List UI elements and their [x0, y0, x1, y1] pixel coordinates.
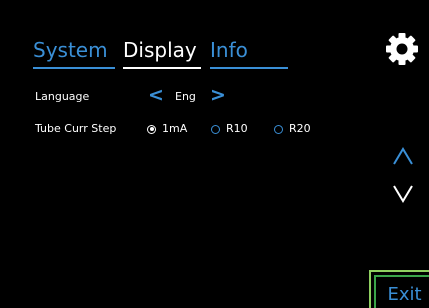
tab-display-underline	[123, 67, 201, 69]
radio-unselected-icon	[211, 124, 220, 134]
screen: System Display Info Language < Eng > Tub…	[0, 0, 429, 308]
exit-label: Exit	[387, 283, 422, 305]
tube-curr-option-1ma[interactable]: 1mA	[147, 122, 187, 136]
language-prev-button[interactable]: <	[148, 85, 164, 105]
tube-curr-option-r20[interactable]: R20	[274, 122, 311, 136]
tab-display[interactable]: Display	[123, 37, 197, 63]
tube-curr-option-label: R20	[289, 122, 311, 135]
tab-system-underline	[33, 67, 115, 69]
tube-curr-option-label: R10	[226, 122, 248, 135]
language-value: Eng	[175, 90, 196, 103]
radio-selected-icon	[147, 124, 156, 134]
tube-curr-option-label: 1mA	[162, 122, 188, 135]
tab-system[interactable]: System	[33, 37, 108, 63]
exit-button-frame: Exit	[374, 275, 429, 308]
chevron-down-icon[interactable]	[392, 184, 414, 204]
tab-info-underline	[210, 67, 288, 69]
radio-unselected-icon	[274, 124, 283, 134]
tube-curr-step-label: Tube Curr Step	[35, 122, 117, 135]
exit-button[interactable]: Exit	[369, 270, 429, 308]
language-next-button[interactable]: >	[210, 85, 226, 105]
gear-icon[interactable]	[384, 31, 420, 67]
language-label: Language	[35, 90, 90, 103]
tab-info[interactable]: Info	[210, 37, 248, 63]
chevron-up-icon[interactable]	[392, 146, 414, 166]
tube-curr-option-r10[interactable]: R10	[211, 122, 248, 136]
